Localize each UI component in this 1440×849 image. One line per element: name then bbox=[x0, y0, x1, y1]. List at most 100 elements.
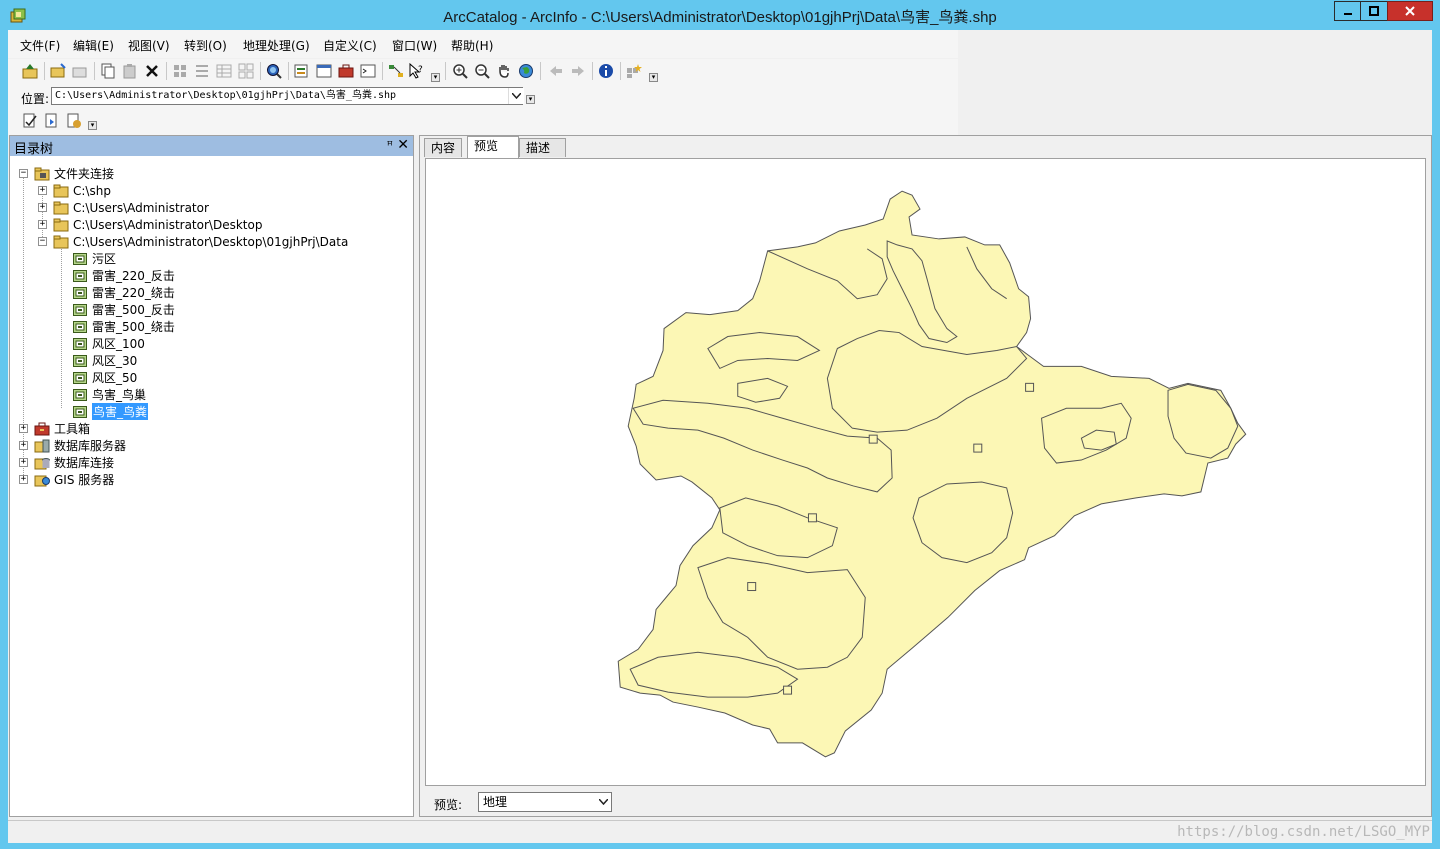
tree-node-toolboxes[interactable]: + 工具箱 bbox=[19, 420, 90, 437]
menu-customize[interactable]: 自定义(C) bbox=[323, 37, 377, 54]
arctoolbox-window-button[interactable] bbox=[314, 61, 334, 81]
large-icons-button[interactable] bbox=[170, 61, 190, 81]
tree-node-database-connections[interactable]: + 数据库连接 bbox=[19, 454, 114, 471]
expand-toggle[interactable]: + bbox=[38, 203, 47, 212]
close-window-button[interactable] bbox=[1387, 1, 1433, 21]
minimize-button[interactable] bbox=[1334, 1, 1361, 21]
tree-node-shapefile[interactable]: 鸟害_鸟巢 bbox=[72, 386, 146, 403]
export-metadata-button[interactable] bbox=[64, 111, 84, 131]
expand-toggle[interactable]: + bbox=[19, 458, 28, 467]
preview-type-select[interactable]: 地理 bbox=[478, 792, 612, 812]
connect-folder-button[interactable] bbox=[48, 61, 68, 81]
pin-icon[interactable]: ꟸ bbox=[387, 139, 393, 152]
tree-node-shapefile[interactable]: 雷害_500_反击 bbox=[72, 301, 175, 318]
location-input[interactable]: C:\Users\Administrator\Desktop\01gjhPrj\… bbox=[51, 87, 523, 105]
disconnect-folder-button[interactable] bbox=[70, 61, 90, 81]
bird-dropping-point[interactable] bbox=[783, 685, 793, 695]
tree-node-label: 雷害_500_绕击 bbox=[92, 320, 175, 334]
tree-node-folder[interactable]: + C:\Users\Administrator\Desktop bbox=[38, 216, 262, 233]
expand-toggle[interactable]: + bbox=[38, 220, 47, 229]
tree-node-label: 鸟害_鸟粪 bbox=[92, 403, 149, 420]
map-preview[interactable] bbox=[425, 158, 1426, 786]
tree-node-folder[interactable]: + C:\Users\Administrator bbox=[38, 199, 209, 216]
full-extent-button[interactable] bbox=[516, 61, 536, 81]
tree-node-folder[interactable]: + C:\shp bbox=[38, 182, 111, 199]
tree-node-shapefile[interactable]: 污区 bbox=[72, 250, 116, 267]
search-button[interactable] bbox=[264, 61, 284, 81]
expand-toggle[interactable]: + bbox=[38, 186, 47, 195]
back-button[interactable] bbox=[546, 61, 566, 81]
expand-toggle[interactable]: + bbox=[19, 424, 28, 433]
list-view-button[interactable] bbox=[192, 61, 212, 81]
collapse-toggle[interactable]: − bbox=[38, 237, 47, 246]
forward-button[interactable] bbox=[568, 61, 588, 81]
menu-edit[interactable]: 编辑(E) bbox=[73, 37, 114, 54]
tree-node-folder[interactable]: − C:\Users\Administrator\Desktop\01gjhPr… bbox=[38, 233, 348, 250]
identify-button[interactable] bbox=[596, 61, 616, 81]
tree-node-shapefile[interactable]: 鸟害_鸟粪 bbox=[72, 403, 149, 420]
thumbnails-view-button[interactable] bbox=[236, 61, 256, 81]
python-window-button[interactable] bbox=[358, 61, 378, 81]
tab-preview[interactable]: 预览 bbox=[467, 136, 519, 158]
menu-goto[interactable]: 转到(O) bbox=[184, 37, 227, 54]
bird-dropping-point[interactable] bbox=[807, 513, 817, 523]
up-one-level-button[interactable] bbox=[20, 61, 40, 81]
tree-node-shapefile[interactable]: 雷害_220_反击 bbox=[72, 267, 175, 284]
copy-button[interactable] bbox=[98, 61, 118, 81]
location-dropdown-button[interactable] bbox=[508, 88, 524, 104]
close-panel-icon[interactable]: ✕ bbox=[397, 137, 409, 153]
thumbnails-icon bbox=[238, 63, 254, 79]
toolbar-overflow-button-2[interactable]: ▾ bbox=[649, 73, 658, 82]
menu-view[interactable]: 视图(V) bbox=[128, 37, 170, 54]
toolbar-overflow-button[interactable]: ▾ bbox=[431, 73, 440, 82]
preview-type-dropdown-button[interactable] bbox=[596, 794, 610, 810]
tree-node-shapefile[interactable]: 风区_100 bbox=[72, 335, 145, 352]
create-thumbnail-button[interactable] bbox=[624, 61, 644, 81]
bird-dropping-point[interactable] bbox=[868, 434, 878, 444]
tree-node-folder-connections[interactable]: − 文件夹连接 bbox=[19, 165, 114, 182]
edit-document-icon bbox=[23, 113, 37, 128]
zoom-out-button[interactable] bbox=[472, 61, 492, 81]
tree-node-gis-servers[interactable]: + GIS 服务器 bbox=[19, 471, 114, 488]
tab-contents[interactable]: 内容 bbox=[424, 138, 463, 157]
tree-node-shapefile[interactable]: 风区_50 bbox=[72, 369, 137, 386]
pan-button[interactable] bbox=[494, 61, 514, 81]
menu-geoprocessing[interactable]: 地理处理(G) bbox=[243, 37, 310, 54]
tree-node-label: C:\Users\Administrator bbox=[73, 200, 209, 215]
bird-dropping-point[interactable] bbox=[747, 582, 757, 592]
tree-node-label: C:\Users\Administrator\Desktop\01gjhPrj\… bbox=[73, 234, 349, 249]
menu-help[interactable]: 帮助(H) bbox=[451, 37, 493, 54]
menu-window[interactable]: 窗口(W) bbox=[392, 37, 437, 54]
collapse-toggle[interactable]: − bbox=[19, 169, 28, 178]
tree-node-label: 雷害_500_反击 bbox=[92, 303, 175, 317]
details-view-button[interactable] bbox=[214, 61, 234, 81]
folder-open-icon bbox=[53, 235, 69, 248]
tree-node-shapefile[interactable]: 雷害_500_绕击 bbox=[72, 318, 175, 335]
whats-this-button[interactable]: ? bbox=[406, 61, 426, 81]
location-toolbar-overflow[interactable]: ▾ bbox=[526, 95, 535, 104]
bird-dropping-point[interactable] bbox=[973, 443, 983, 453]
export-document-icon bbox=[67, 113, 81, 128]
edit-metadata-button[interactable] bbox=[20, 111, 40, 131]
pan-hand-icon bbox=[499, 65, 509, 78]
paste-button[interactable] bbox=[120, 61, 140, 81]
metadata-toolbar-overflow[interactable]: ▾ bbox=[88, 121, 97, 130]
toolbox-button[interactable] bbox=[336, 61, 356, 81]
zoom-in-button[interactable] bbox=[450, 61, 470, 81]
tree-node-shapefile[interactable]: 雷害_220_绕击 bbox=[72, 284, 175, 301]
menu-file[interactable]: 文件(F) bbox=[20, 37, 60, 54]
import-metadata-button[interactable] bbox=[42, 111, 62, 131]
bird-dropping-point[interactable] bbox=[1025, 382, 1035, 392]
tab-description[interactable]: 描述 bbox=[519, 138, 566, 157]
model-builder-button[interactable] bbox=[386, 61, 406, 81]
chevron-down-icon bbox=[598, 799, 608, 805]
maximize-button[interactable] bbox=[1360, 1, 1388, 21]
delete-button[interactable] bbox=[142, 61, 162, 81]
expand-toggle[interactable]: + bbox=[19, 475, 28, 484]
map-canvas[interactable] bbox=[426, 159, 1425, 785]
tree-node-database-servers[interactable]: + 数据库服务器 bbox=[19, 437, 126, 454]
tree-node-shapefile[interactable]: 风区_30 bbox=[72, 352, 137, 369]
preview-type-value: 地理 bbox=[483, 795, 508, 809]
expand-toggle[interactable]: + bbox=[19, 441, 28, 450]
metadata-button[interactable] bbox=[292, 61, 312, 81]
